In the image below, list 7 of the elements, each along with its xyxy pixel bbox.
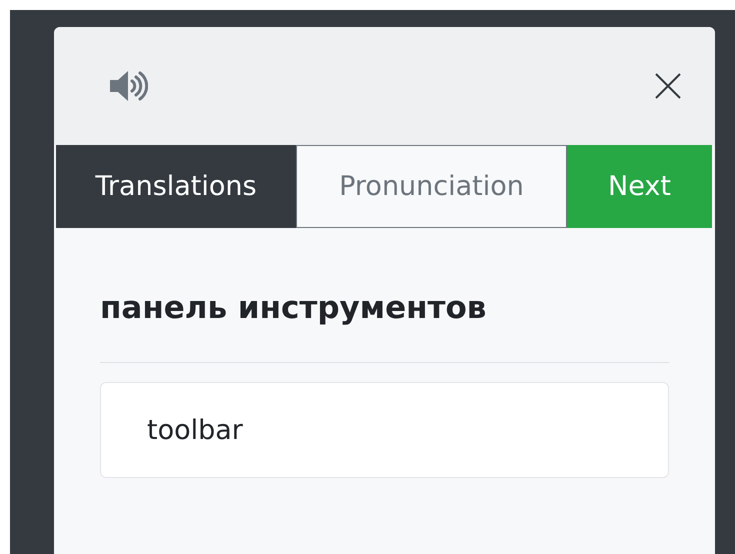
close-icon[interactable] bbox=[655, 73, 681, 99]
translation-item: toolbar bbox=[100, 382, 669, 478]
speaker-icon[interactable] bbox=[108, 68, 148, 104]
next-button[interactable]: Next bbox=[567, 145, 712, 228]
tab[interactable]: Translations bbox=[56, 145, 296, 228]
word-heading: панель инструментов bbox=[100, 290, 669, 363]
tab[interactable]: Pronunciation bbox=[296, 145, 567, 228]
